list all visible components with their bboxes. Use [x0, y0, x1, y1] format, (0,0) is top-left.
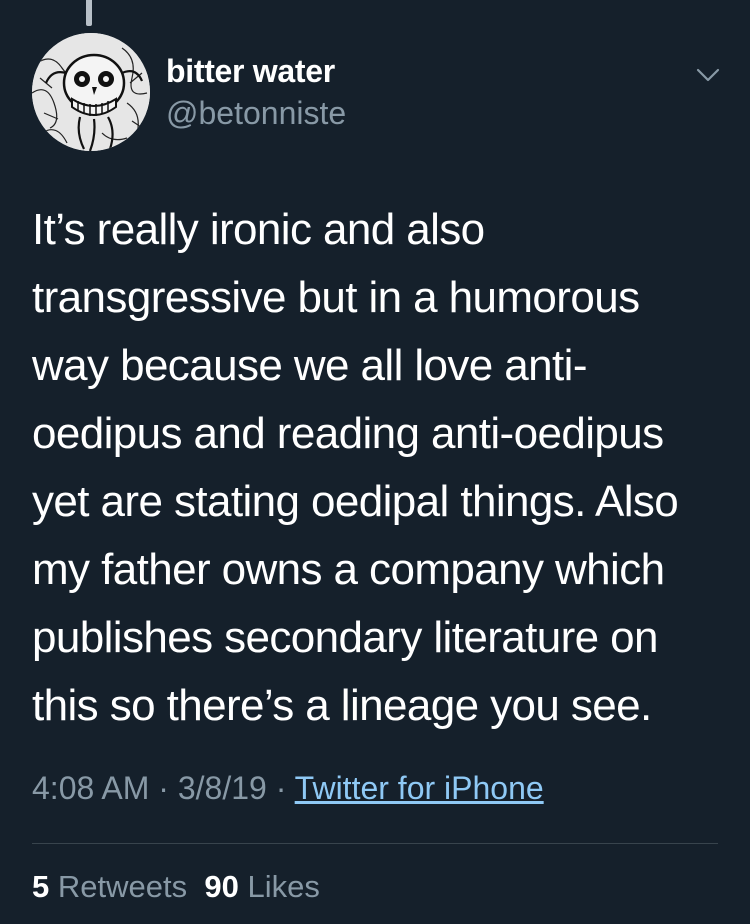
user-handle[interactable]: @betonniste — [166, 95, 346, 132]
tweet-metadata: 4:08 AM · 3/8/19 · Twitter for iPhone — [32, 770, 544, 807]
tweet-time: 4:08 AM — [32, 770, 150, 806]
retweets-stat[interactable]: 5 Retweets — [32, 869, 187, 904]
divider — [32, 843, 718, 844]
retweets-count: 5 — [32, 869, 50, 904]
tweet-text-line: transgressive but in a humorous — [32, 273, 640, 322]
tweet-text-line: way because we all love anti- — [32, 341, 588, 390]
likes-count: 90 — [204, 869, 239, 904]
tweet-menu-button[interactable] — [694, 63, 722, 87]
likes-stat[interactable]: 90 Likes — [204, 869, 319, 904]
meta-separator: · — [266, 770, 295, 806]
tweet-text-line: It’s really ironic and also — [32, 205, 485, 254]
avatar[interactable] — [32, 33, 150, 151]
tweet-stats: 5 Retweets 90 Likes — [32, 869, 320, 905]
meta-separator: · — [149, 770, 178, 806]
thread-connector-line — [86, 0, 92, 26]
tweet-text-line: publishes secondary literature on — [32, 613, 659, 662]
tweet-text: It’s really ironic and also transgressiv… — [32, 196, 722, 740]
likes-label: Likes — [247, 869, 320, 904]
tweet-date: 3/8/19 — [177, 770, 267, 806]
chevron-down-icon — [696, 68, 720, 82]
retweets-label: Retweets — [57, 869, 188, 904]
tweet-source-link[interactable]: Twitter for iPhone — [295, 770, 544, 806]
skull-illustration-icon — [32, 33, 150, 151]
tweet-text-line: this so there’s a lineage you see. — [32, 681, 652, 730]
tweet-text-line: my father owns a company which — [32, 545, 665, 594]
tweet-text-line: yet are stating oedipal things. Also — [32, 477, 679, 526]
tweet-text-line: oedipus and reading anti-oedipus — [32, 409, 664, 458]
display-name[interactable]: bitter water — [166, 53, 335, 90]
